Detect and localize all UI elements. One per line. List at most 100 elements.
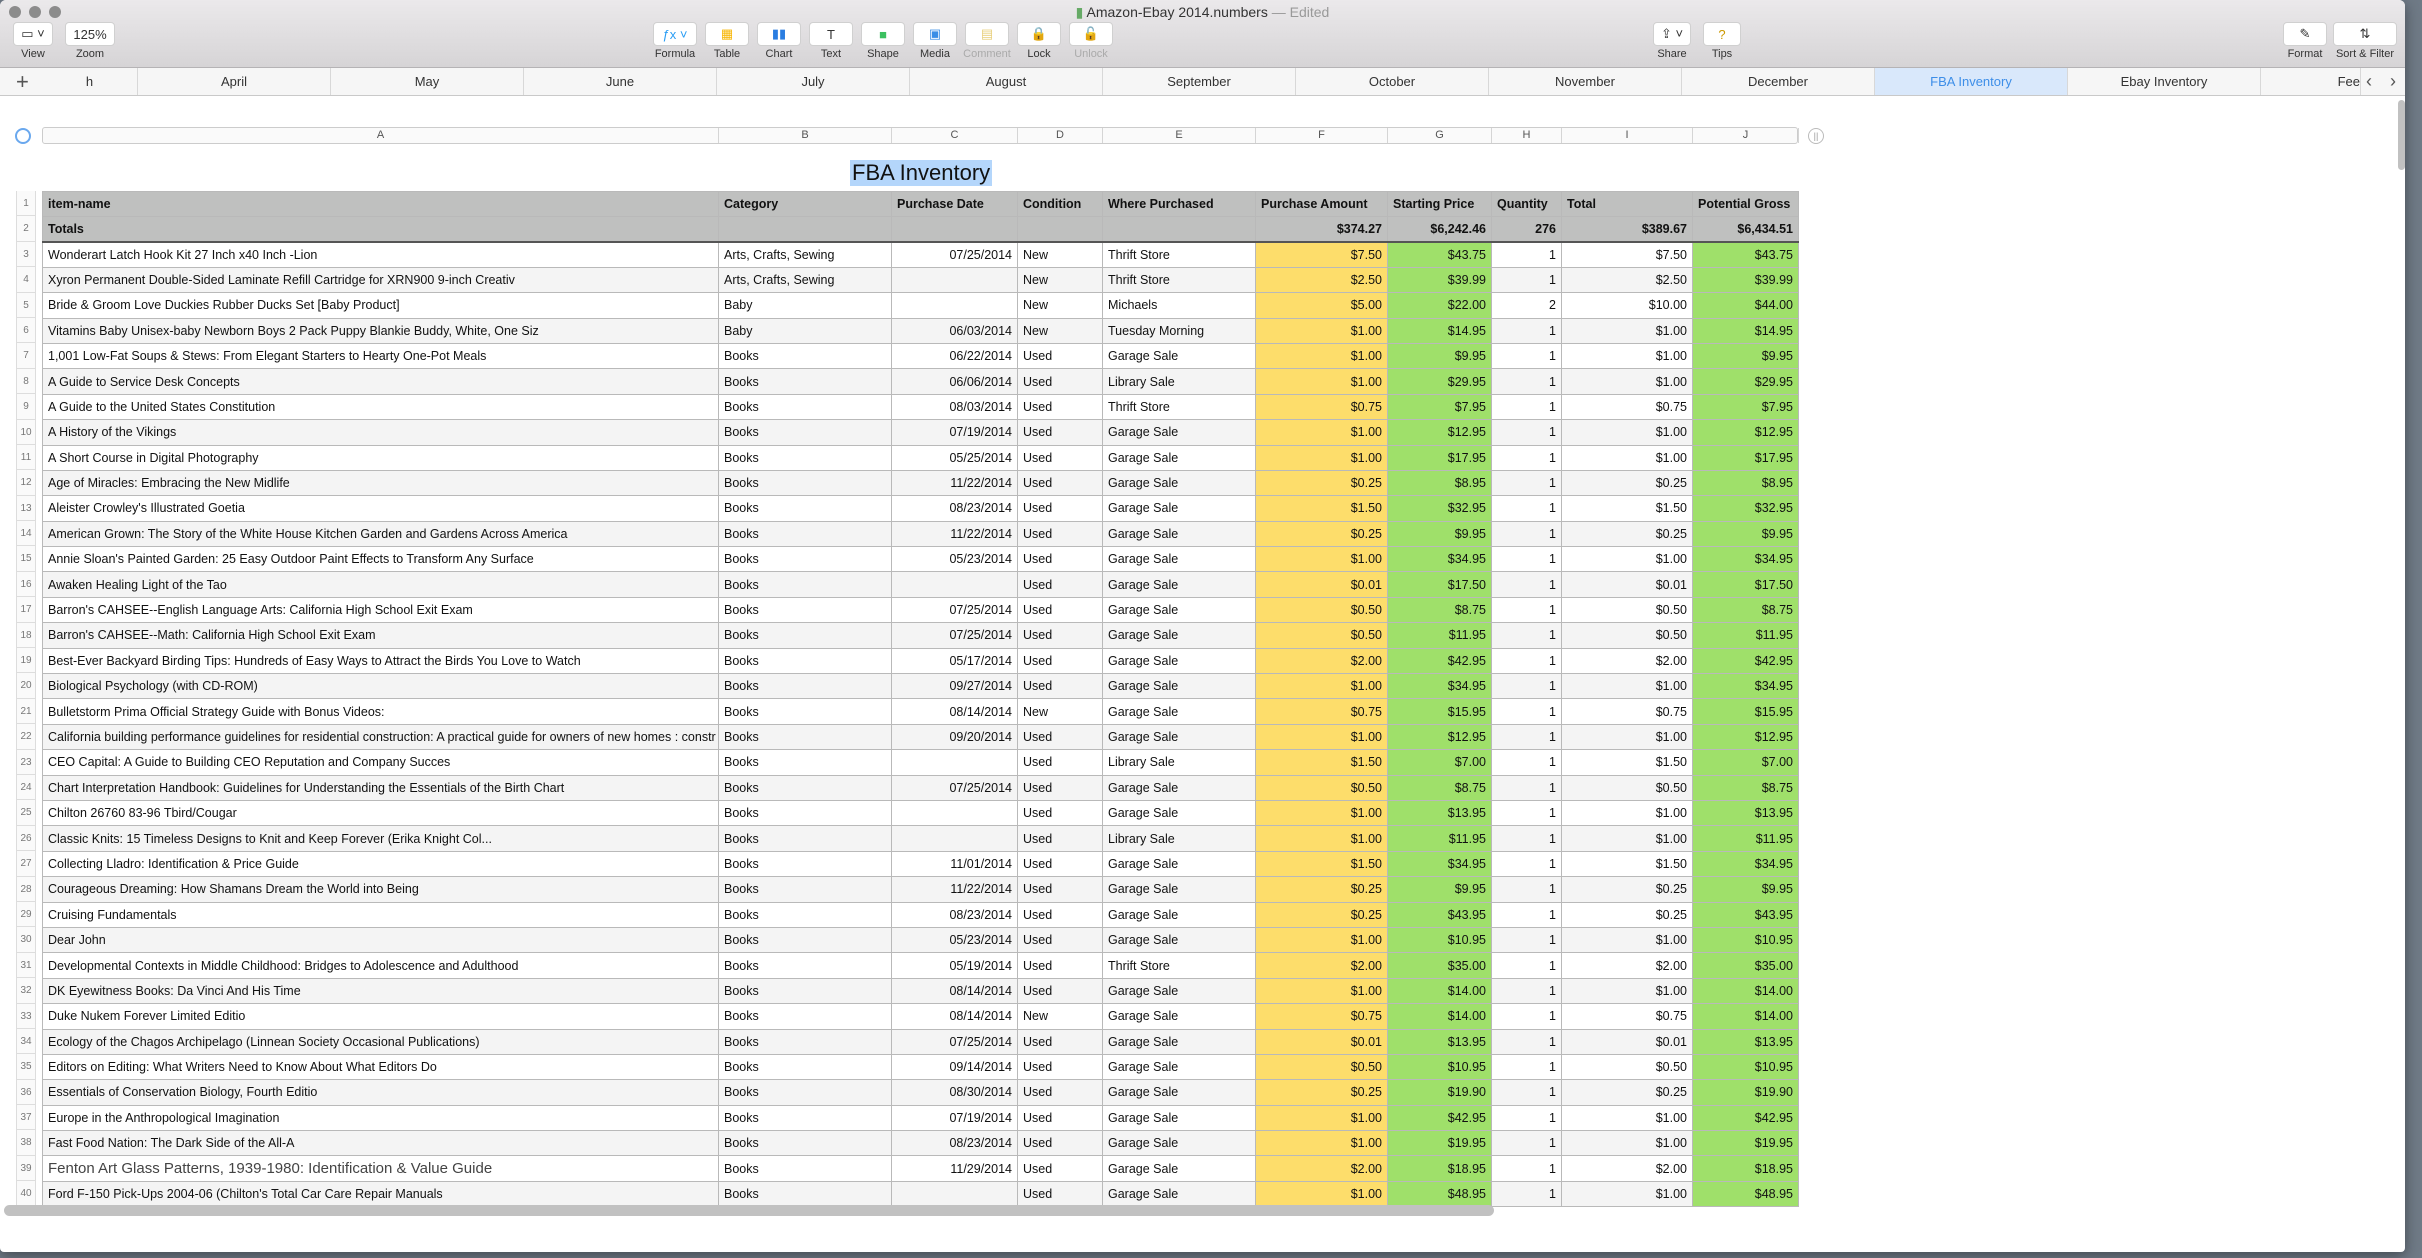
potential-gross-cell[interactable]: $12.95 xyxy=(1692,723,1799,751)
column-header-cell[interactable]: Purchase Amount xyxy=(1255,191,1388,217)
item-name-cell[interactable]: Totals xyxy=(42,215,719,243)
total-cell[interactable]: $0.75 xyxy=(1561,1003,1693,1030)
purchase-date-cell[interactable]: 07/25/2014 xyxy=(891,1028,1018,1055)
purchase-date-cell[interactable]: 09/27/2014 xyxy=(891,673,1018,700)
condition-cell[interactable]: Used xyxy=(1017,1130,1103,1157)
starting-price-cell[interactable]: $42.95 xyxy=(1387,1104,1492,1132)
where-purchased-cell[interactable]: Garage Sale xyxy=(1102,1079,1256,1106)
total-cell[interactable]: $1.00 xyxy=(1561,926,1693,954)
sheet-tab[interactable]: October xyxy=(1296,68,1489,95)
quantity-cell[interactable]: 2 xyxy=(1491,292,1562,319)
potential-gross-cell[interactable]: $9.95 xyxy=(1692,876,1799,903)
where-purchased-cell[interactable]: Library Sale xyxy=(1102,825,1256,852)
starting-price-cell[interactable]: $29.95 xyxy=(1387,368,1492,395)
item-name-cell[interactable]: Collecting Lladro: Identification & Pric… xyxy=(42,850,719,878)
category-cell[interactable]: Books xyxy=(718,1180,892,1208)
row-number[interactable]: 28 xyxy=(16,876,36,902)
purchase-date-cell[interactable]: 06/06/2014 xyxy=(891,368,1018,395)
column-header-F[interactable]: F xyxy=(1256,128,1388,143)
category-cell[interactable]: Books xyxy=(718,342,892,370)
category-cell[interactable]: Books xyxy=(718,393,892,421)
horizontal-scrollbar[interactable] xyxy=(4,1205,1494,1216)
potential-gross-cell[interactable]: $7.95 xyxy=(1692,393,1799,421)
potential-gross-cell[interactable]: $11.95 xyxy=(1692,825,1799,852)
purchase-date-cell[interactable]: 07/25/2014 xyxy=(891,241,1018,268)
category-cell[interactable]: Books xyxy=(718,571,892,598)
column-header-cell[interactable]: Starting Price xyxy=(1387,191,1492,217)
purchase-date-cell[interactable] xyxy=(891,571,1018,598)
total-cell[interactable]: $0.75 xyxy=(1561,393,1693,421)
purchase-amount-cell[interactable]: $1.50 xyxy=(1255,850,1388,878)
category-cell[interactable]: Books xyxy=(718,546,892,573)
starting-price-cell[interactable]: $7.95 xyxy=(1387,393,1492,421)
quantity-cell[interactable]: 1 xyxy=(1491,317,1562,344)
where-purchased-cell[interactable]: Thrift Store xyxy=(1102,952,1256,979)
potential-gross-cell[interactable]: $14.95 xyxy=(1692,317,1799,344)
potential-gross-cell[interactable]: $14.00 xyxy=(1692,1003,1799,1030)
row-number[interactable]: 30 xyxy=(16,927,36,953)
row-number[interactable]: 40 xyxy=(16,1181,36,1207)
condition-cell[interactable]: Used xyxy=(1017,469,1103,497)
quantity-cell[interactable]: 1 xyxy=(1491,520,1562,548)
quantity-cell[interactable]: 1 xyxy=(1491,266,1562,294)
potential-gross-cell[interactable]: $39.99 xyxy=(1692,266,1799,294)
purchase-date-cell[interactable]: 07/19/2014 xyxy=(891,419,1018,446)
category-cell[interactable]: Books xyxy=(718,647,892,675)
sheet-tab[interactable]: November xyxy=(1489,68,1682,95)
sheet-tab[interactable]: August xyxy=(910,68,1103,95)
total-cell[interactable]: $0.75 xyxy=(1561,698,1693,725)
quantity-cell[interactable]: 1 xyxy=(1491,1003,1562,1030)
purchase-amount-cell[interactable]: $5.00 xyxy=(1255,292,1388,319)
total-cell[interactable]: $1.00 xyxy=(1561,1104,1693,1132)
purchase-amount-cell[interactable]: $1.00 xyxy=(1255,673,1388,700)
row-number[interactable]: 35 xyxy=(16,1054,36,1080)
purchase-date-cell[interactable]: 05/19/2014 xyxy=(891,952,1018,979)
item-name-cell[interactable]: Ford F-150 Pick-Ups 2004-06 (Chilton's T… xyxy=(42,1180,719,1208)
row-number[interactable]: 36 xyxy=(16,1079,36,1106)
condition-cell[interactable]: Used xyxy=(1017,1155,1103,1182)
condition-cell[interactable]: Used xyxy=(1017,799,1103,827)
column-header-I[interactable]: I xyxy=(1562,128,1693,143)
category-cell[interactable]: Books xyxy=(718,1130,892,1157)
starting-price-cell[interactable]: $7.00 xyxy=(1387,749,1492,776)
purchase-amount-cell[interactable]: $1.00 xyxy=(1255,799,1388,827)
toolbar-formula-button[interactable]: ƒx ˅ Formula xyxy=(650,22,700,60)
condition-cell[interactable]: Used xyxy=(1017,749,1103,776)
item-name-cell[interactable]: DK Eyewitness Books: Da Vinci And His Ti… xyxy=(42,977,719,1005)
starting-price-cell[interactable]: $35.00 xyxy=(1387,952,1492,979)
starting-price-cell[interactable]: $9.95 xyxy=(1387,520,1492,548)
quantity-cell[interactable]: 1 xyxy=(1491,673,1562,700)
condition-cell[interactable]: New xyxy=(1017,266,1103,294)
purchase-amount-cell[interactable]: $0.25 xyxy=(1255,876,1388,903)
row-number[interactable]: 31 xyxy=(16,952,36,979)
row-number[interactable]: 19 xyxy=(16,648,36,674)
potential-gross-cell[interactable]: $34.95 xyxy=(1692,850,1799,878)
starting-price-cell[interactable]: $18.95 xyxy=(1387,1155,1492,1182)
purchase-amount-cell[interactable]: $0.25 xyxy=(1255,1079,1388,1106)
where-purchased-cell[interactable]: Garage Sale xyxy=(1102,571,1256,598)
sheet-tab[interactable]: July xyxy=(717,68,910,95)
starting-price-cell[interactable]: $22.00 xyxy=(1387,292,1492,319)
starting-price-cell[interactable]: $14.95 xyxy=(1387,317,1492,344)
potential-gross-cell[interactable]: $34.95 xyxy=(1692,546,1799,573)
column-header-H[interactable]: H xyxy=(1492,128,1562,143)
item-name-cell[interactable]: Editors on Editing: What Writers Need to… xyxy=(42,1053,719,1081)
purchase-date-cell[interactable]: 05/23/2014 xyxy=(891,546,1018,573)
condition-cell[interactable]: Used xyxy=(1017,622,1103,649)
quantity-cell[interactable]: 1 xyxy=(1491,977,1562,1005)
purchase-amount-cell[interactable]: $2.00 xyxy=(1255,647,1388,675)
condition-cell[interactable]: Used xyxy=(1017,1028,1103,1055)
where-purchased-cell[interactable]: Garage Sale xyxy=(1102,698,1256,725)
category-cell[interactable]: Books xyxy=(718,673,892,700)
condition-cell[interactable]: Used xyxy=(1017,876,1103,903)
total-cell[interactable]: $0.50 xyxy=(1561,596,1693,624)
purchase-amount-cell[interactable]: $0.50 xyxy=(1255,1053,1388,1081)
purchase-amount-cell[interactable]: $2.00 xyxy=(1255,1155,1388,1182)
total-cell[interactable]: $0.01 xyxy=(1561,571,1693,598)
toolbar-unlock-button[interactable]: 🔓 Unlock xyxy=(1066,22,1116,60)
category-cell[interactable]: Books xyxy=(718,1053,892,1081)
total-cell[interactable]: $0.01 xyxy=(1561,1028,1693,1055)
total-cell[interactable]: $1.00 xyxy=(1561,1130,1693,1157)
category-cell[interactable]: Books xyxy=(718,952,892,979)
total-cell[interactable]: $0.50 xyxy=(1561,622,1693,649)
